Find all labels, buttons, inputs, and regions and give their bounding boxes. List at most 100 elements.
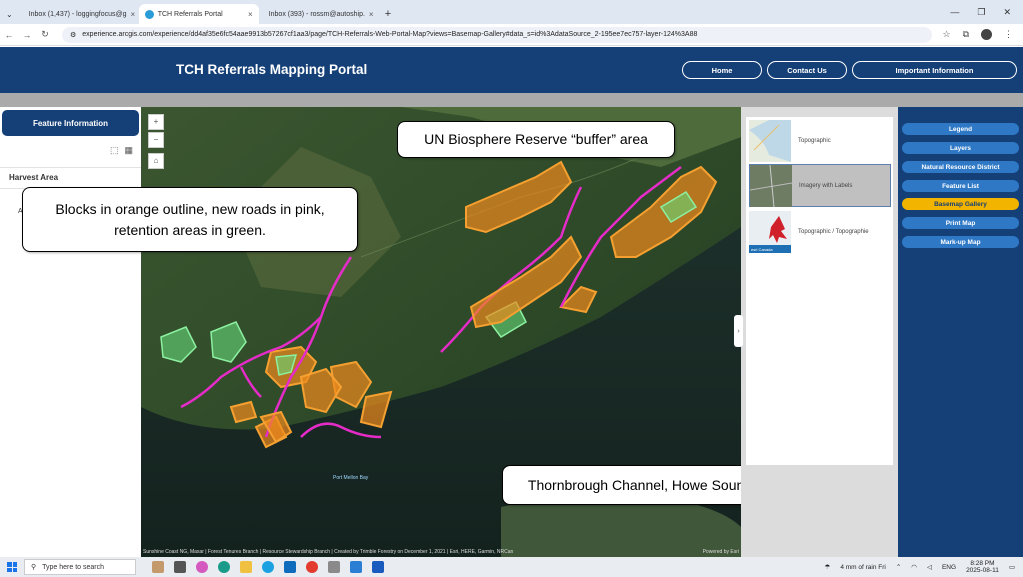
clock[interactable]: 8:28 PM 2025-08-11 bbox=[966, 560, 999, 575]
edge-icon[interactable] bbox=[218, 561, 230, 573]
extensions-icon[interactable]: ⧉ bbox=[963, 29, 969, 40]
tab-gmail-1[interactable]: Inbox (1,437) - loggingfocus@g × bbox=[19, 4, 139, 24]
back-icon[interactable]: ← bbox=[0, 30, 18, 40]
important-information-button[interactable]: Important Information bbox=[852, 61, 1017, 79]
basemap-label: Topographic / Topographie bbox=[798, 228, 869, 235]
basemap-thumbnail bbox=[749, 119, 791, 162]
volume-icon[interactable]: ◁ bbox=[927, 563, 932, 571]
search-icon: ⚲ bbox=[31, 564, 37, 571]
chrome-icon[interactable] bbox=[306, 561, 318, 573]
close-icon[interactable]: × bbox=[130, 10, 135, 19]
site-info-icon[interactable]: ⚙ bbox=[70, 31, 76, 39]
taskbar-apps bbox=[152, 561, 384, 573]
basemap-gallery-button[interactable]: Basemap Gallery bbox=[902, 198, 1019, 210]
portal-header: TCH Referrals Mapping Portal Home Contac… bbox=[0, 47, 1023, 93]
copilot-icon[interactable] bbox=[196, 561, 208, 573]
restore-icon[interactable]: ❐ bbox=[977, 7, 985, 18]
url-field[interactable]: ⚙ experience.arcgis.com/experience/dd4af… bbox=[62, 26, 933, 43]
show-hidden-icons-icon[interactable]: ⌃ bbox=[896, 563, 901, 571]
skype-icon[interactable] bbox=[262, 561, 274, 573]
new-tab-button[interactable]: + bbox=[379, 4, 397, 24]
close-icon[interactable]: × bbox=[369, 10, 374, 19]
feature-info-panel: Feature Information ⬚ ▦ Harvest Area A bbox=[0, 107, 141, 455]
callout-biosphere: UN Biosphere Reserve “buffer” area bbox=[397, 121, 675, 158]
print-map-button[interactable]: Print Map bbox=[902, 217, 1019, 229]
clear-selection-icon[interactable]: ⬚ bbox=[110, 145, 119, 156]
zoom-out-button[interactable]: − bbox=[148, 132, 164, 148]
basemap-thumbnail: esri Canada bbox=[749, 210, 791, 253]
tab-tch-referrals[interactable]: TCH Referrals Portal × bbox=[138, 4, 259, 24]
word-icon[interactable] bbox=[372, 561, 384, 573]
reload-icon[interactable]: ↻ bbox=[36, 29, 54, 40]
basemap-label: Imagery with Labels bbox=[799, 182, 853, 189]
library-icon[interactable] bbox=[152, 561, 164, 573]
esri-canada-logo: esri Canada bbox=[751, 246, 773, 252]
forward-icon[interactable]: → bbox=[18, 30, 36, 40]
basemap-thumbnail bbox=[750, 164, 792, 207]
callout-channel: Thornbrough Channel, Howe Sound bbox=[502, 465, 778, 505]
page-title: TCH Referrals Mapping Portal bbox=[176, 62, 368, 77]
zoom-in-button[interactable]: + bbox=[148, 114, 164, 130]
file-explorer-icon[interactable] bbox=[240, 561, 252, 573]
tab-label: Inbox (393) - rossm@autoship. bbox=[268, 10, 365, 18]
tab-label: Inbox (1,437) - loggingfocus@g bbox=[28, 10, 127, 18]
place-label: Port Mellon Bay bbox=[333, 475, 369, 481]
map-attribution: Sunshine Coast NG, Maxar | Forest Tenure… bbox=[143, 549, 514, 555]
widget-panel: Legend Layers Natural Resource District … bbox=[898, 107, 1023, 557]
feature-list-button[interactable]: Feature List bbox=[902, 180, 1019, 192]
tab-gmail-2[interactable]: Inbox (393) - rossm@autoship. × bbox=[259, 4, 379, 24]
home-extent-button[interactable]: ⌂ bbox=[148, 153, 164, 169]
home-button[interactable]: Home bbox=[682, 61, 762, 79]
header-divider bbox=[0, 93, 1023, 107]
clock-time: 8:28 PM bbox=[970, 559, 995, 567]
weather-icon: ☂ bbox=[824, 564, 831, 571]
browser-tab-strip: ⌄ Inbox (1,437) - loggingfocus@g × TCH R… bbox=[0, 0, 1023, 24]
feature-info-title[interactable]: Feature Information bbox=[2, 110, 139, 136]
harvest-area-section[interactable]: Harvest Area bbox=[0, 167, 141, 189]
basemap-topographie[interactable]: esri Canada Topographic / Topographie bbox=[749, 210, 891, 253]
windows-taskbar: ⚲ Type here to search ☂ 4 mm of rain Fri… bbox=[0, 557, 1023, 577]
search-placeholder: Type here to search bbox=[42, 563, 105, 571]
browser-actions: ☆ ⧉ ⋮ bbox=[932, 29, 1023, 40]
weather-text[interactable]: 4 mm of rain Fri bbox=[840, 564, 886, 571]
minimize-icon[interactable]: — bbox=[950, 7, 959, 17]
windows-icon bbox=[7, 562, 17, 572]
photos-icon[interactable] bbox=[350, 561, 362, 573]
contact-us-button[interactable]: Contact Us bbox=[767, 61, 847, 79]
clock-date: 2025-08-11 bbox=[966, 567, 999, 574]
panel-tools: ⬚ ▦ bbox=[110, 145, 133, 156]
url-text: experience.arcgis.com/experience/dd4af35… bbox=[82, 31, 698, 38]
profile-avatar[interactable] bbox=[981, 29, 992, 40]
task-view-icon[interactable] bbox=[174, 561, 186, 573]
basemap-imagery-labels[interactable]: Imagery with Labels bbox=[749, 164, 891, 207]
tab-label: TCH Referrals Portal bbox=[157, 10, 223, 18]
notifications-icon[interactable]: ▭ bbox=[1009, 563, 1015, 571]
bookmark-icon[interactable]: ☆ bbox=[942, 29, 950, 40]
arcgis-icon bbox=[144, 9, 154, 19]
start-button[interactable] bbox=[0, 562, 24, 572]
taskbar-search[interactable]: ⚲ Type here to search bbox=[24, 559, 136, 575]
language-indicator[interactable]: ENG bbox=[942, 564, 956, 571]
powered-by: Powered by Esri bbox=[702, 549, 739, 555]
system-tray: ☂ 4 mm of rain Fri ⌃ ◠ ◁ ENG 8:28 PM 202… bbox=[825, 560, 1023, 575]
callout-legend-note: Blocks in orange outline, new roads in p… bbox=[22, 187, 358, 252]
imagery-thumb-icon bbox=[750, 164, 792, 207]
grid-view-icon[interactable]: ▦ bbox=[124, 145, 133, 156]
collapse-panel-chevron-icon[interactable]: › bbox=[734, 315, 743, 347]
basemap-topographic[interactable]: Topographic bbox=[749, 119, 891, 162]
app-icon[interactable] bbox=[328, 561, 340, 573]
outlook-icon[interactable] bbox=[284, 561, 296, 573]
natural-resource-district-button[interactable]: Natural Resource District bbox=[902, 161, 1019, 173]
topo-thumb-icon bbox=[749, 119, 791, 162]
layers-button[interactable]: Layers bbox=[902, 142, 1019, 154]
basemap-label: Topographic bbox=[798, 137, 831, 144]
address-bar: ← → ↻ ⚙ experience.arcgis.com/experience… bbox=[0, 24, 1023, 46]
legend-button[interactable]: Legend bbox=[902, 123, 1019, 135]
left-panel-blank bbox=[0, 455, 141, 557]
menu-icon[interactable]: ⋮ bbox=[1004, 29, 1013, 40]
mark-up-map-button[interactable]: Mark-up Map bbox=[902, 236, 1019, 248]
tab-search-icon[interactable]: ⌄ bbox=[0, 4, 19, 24]
close-icon[interactable]: × bbox=[248, 10, 253, 19]
close-window-icon[interactable]: ✕ bbox=[1003, 7, 1011, 18]
wifi-icon[interactable]: ◠ bbox=[911, 563, 917, 571]
